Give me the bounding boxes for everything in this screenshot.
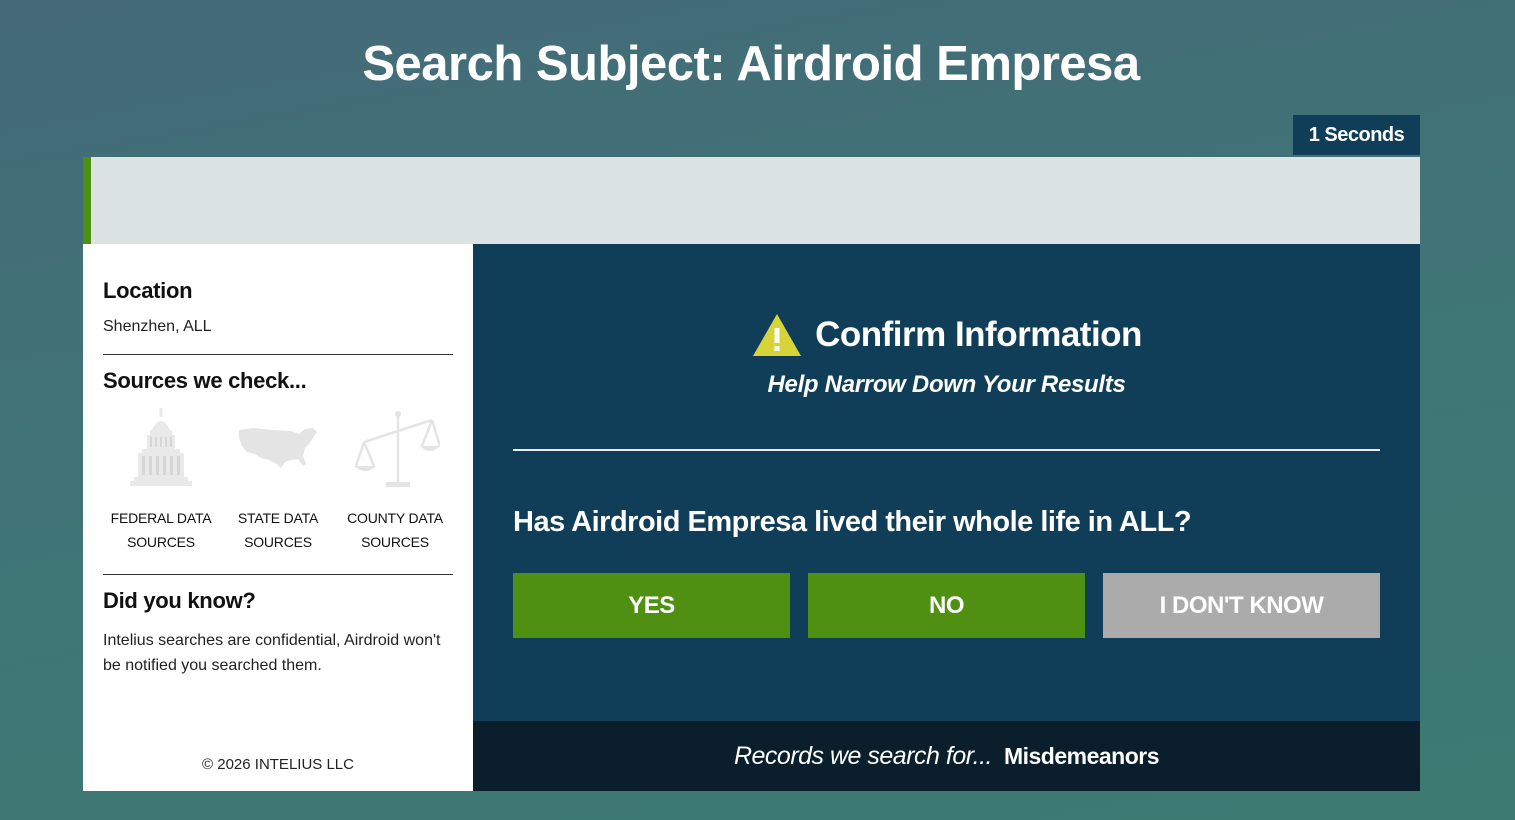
warning-icon <box>753 314 802 356</box>
no-button[interactable]: NO <box>808 573 1085 638</box>
sources-heading: Sources we check... <box>103 368 307 393</box>
confirm-header: Confirm Information <box>473 312 1420 358</box>
sidebar-divider <box>103 574 453 575</box>
search-progress-bar <box>83 157 1420 244</box>
source-federal-label: FEDERAL DATA SOURCES <box>110 510 212 550</box>
search-progress-fill <box>83 157 92 244</box>
scales-of-justice-icon <box>354 411 440 487</box>
sidebar-divider <box>103 354 453 355</box>
search-subject-name: Airdroid Empresa <box>736 37 1140 91</box>
did-you-know-heading: Did you know? <box>103 588 256 613</box>
did-you-know-text: Intelius searches are confidential, Aird… <box>103 632 441 674</box>
capitol-building-icon <box>130 408 192 486</box>
confirm-subtitle: Help Narrow Down Your Results <box>767 371 1126 398</box>
records-ticker: Records we search for... Misdemeanors <box>473 721 1420 791</box>
source-federal: FEDERAL DATA SOURCES <box>103 404 219 554</box>
records-value: Misdemeanors <box>1003 742 1160 769</box>
answer-buttons: YES NO I DON'T KNOW <box>513 573 1380 638</box>
page-title: Search Subject: Airdroid Empresa <box>0 36 1502 92</box>
location-heading: Location <box>103 278 193 303</box>
source-state: STATE DATA SOURCES <box>220 404 336 554</box>
source-state-label: STATE DATA SOURCES <box>237 510 319 550</box>
records-label: Records we search for... <box>733 741 993 770</box>
dont-know-button[interactable]: I DON'T KNOW <box>1103 573 1380 638</box>
elapsed-timer-badge: 1 Seconds <box>1293 115 1420 155</box>
confirm-information-panel: Confirm Information Help Narrow Down You… <box>473 244 1420 721</box>
yes-button[interactable]: YES <box>513 573 790 638</box>
copyright-notice: © 2026 INTELIUS LLC <box>202 756 354 773</box>
confirm-title: Confirm Information <box>815 315 1142 354</box>
panel-divider <box>513 449 1380 451</box>
source-county-label: COUNTY DATA SOURCES <box>347 510 443 550</box>
confirm-question: Has Airdroid Empresa lived their whole l… <box>513 506 1192 538</box>
usa-map-icon <box>239 428 317 468</box>
location-value: Shenzhen, ALL <box>103 318 212 335</box>
source-county: COUNTY DATA SOURCES <box>337 404 453 554</box>
page-title-prefix: Search Subject: <box>362 37 726 91</box>
data-sources-list: FEDERAL DATA SOURCES STATE DATA SOURCES <box>103 404 453 554</box>
search-sidebar: Location Shenzhen, ALL Sources we check.… <box>83 244 473 791</box>
